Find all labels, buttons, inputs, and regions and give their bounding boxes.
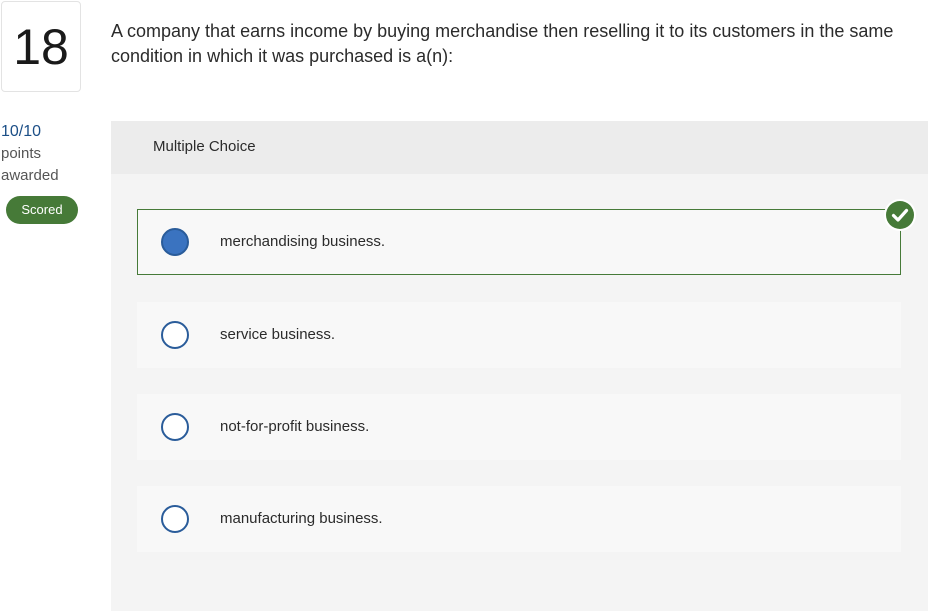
status-badge: Scored (6, 196, 78, 224)
answer-option[interactable]: merchandising business. (137, 201, 914, 275)
radio-button[interactable] (161, 228, 189, 256)
question-number-text: 18 (13, 18, 69, 75)
answer-option[interactable]: service business. (137, 302, 901, 368)
answer-option-label: merchandising business. (220, 233, 386, 250)
question-type-label: Multiple Choice (153, 138, 256, 155)
answer-option-label: manufacturing business. (220, 510, 383, 527)
radio-button[interactable] (161, 321, 189, 349)
answer-option-label: not-for-profit business. (220, 418, 370, 435)
answer-option-label: service business. (220, 326, 336, 343)
question-page: 18 A company that earns income by buying… (0, 0, 928, 611)
panel-header: Multiple Choice (111, 121, 928, 174)
answer-panel: Multiple Choice merchandising business. … (111, 121, 928, 611)
points-label: points (1, 145, 42, 162)
question-text: A company that earns income by buying me… (111, 21, 894, 66)
answer-option[interactable]: manufacturing business. (137, 486, 901, 552)
answer-option[interactable]: not-for-profit business. (137, 394, 901, 460)
score-summary: 10/10 points awarded (1, 121, 101, 187)
points-value: 10/10 (1, 123, 42, 140)
radio-button[interactable] (161, 505, 189, 533)
question-number: 18 (1, 1, 81, 92)
radio-button[interactable] (161, 413, 189, 441)
check-circle-icon (886, 201, 914, 229)
awarded-label: awarded (1, 167, 59, 184)
